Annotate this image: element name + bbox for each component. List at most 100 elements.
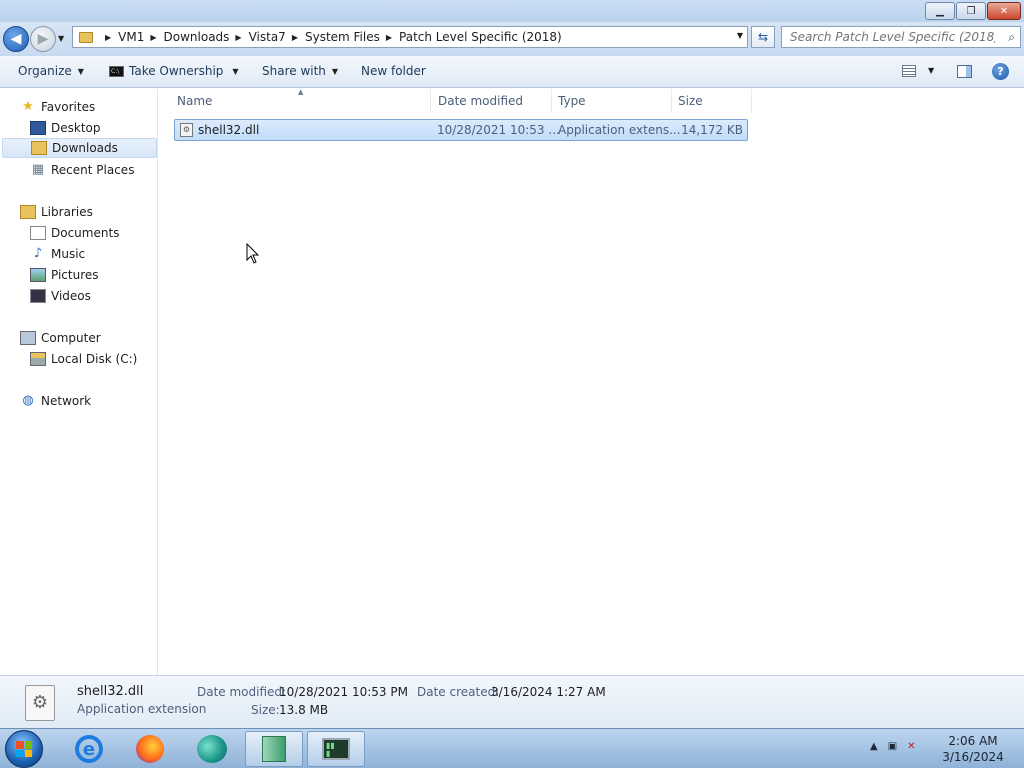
sidebar-item-libraries[interactable]: Libraries [20,202,93,222]
sidebar-item-recent-places[interactable]: ▦ Recent Places [30,160,135,180]
taskbar-terminal[interactable]: ▮▮ ▮ [307,731,365,767]
sidebar-item-computer[interactable]: Computer [20,328,101,348]
sidebar-item-music[interactable]: ♪ Music [30,244,85,264]
sidebar-item-label: Documents [51,226,120,240]
edge-icon [197,735,227,763]
breadcrumb-item-system-files[interactable]: System Files [305,30,380,44]
sidebar-item-label: Libraries [41,205,93,219]
recent-pages-dropdown-icon[interactable]: ▼ [58,34,64,43]
breadcrumb-item-patch-level[interactable]: Patch Level Specific (2018) [399,30,562,44]
downloads-folder-icon [31,141,47,155]
show-hidden-icons-icon[interactable]: ▲ [870,741,878,752]
column-header-name[interactable]: Name [171,89,431,113]
column-header-date-modified[interactable]: Date modified [432,89,552,113]
details-date-created-value: 3/16/2024 1:27 AM [491,685,606,699]
chevron-right-icon[interactable]: ▶ [235,33,241,42]
dll-file-icon: ⚙ [180,123,193,137]
taskbar-edge[interactable] [183,731,241,767]
chevron-right-icon[interactable]: ▶ [105,33,111,42]
organize-button[interactable]: Organize ▼ [18,64,84,78]
clock-date: 3/16/2024 [942,750,1004,764]
share-with-button[interactable]: Share with ▼ [262,64,338,78]
chevron-down-icon: ▼ [232,66,239,76]
volume-muted-icon[interactable]: ✕ [907,741,915,752]
folder-icon [79,31,93,43]
breadcrumb-item-downloads[interactable]: Downloads [164,30,230,44]
command-prompt-icon: C:\ [109,65,124,77]
take-ownership-button[interactable]: C:\ Take Ownership ▼ [109,64,239,78]
chevron-right-icon[interactable]: ▶ [292,33,298,42]
sidebar-item-favorites[interactable]: ★ Favorites [20,97,95,117]
search-input[interactable] [790,30,995,44]
search-icon[interactable]: ⌕ [1008,30,1015,45]
new-folder-button[interactable]: New folder [361,64,426,78]
computer-icon [20,331,36,345]
breadcrumb-item-vm1[interactable]: VM1 [118,30,144,44]
organize-label: Organize [18,64,72,78]
sidebar-item-downloads[interactable]: Downloads [2,138,157,158]
libraries-icon [20,205,36,219]
sidebar-item-label: Recent Places [51,163,135,177]
sidebar-item-label: Network [41,394,92,408]
details-date-created-label: Date created: [417,685,500,699]
file-list[interactable]: ▲ Name Date modified Type Size ⚙ shell32… [159,88,1024,675]
restore-button[interactable]: ❐ [956,2,986,20]
pictures-icon [30,268,46,282]
breadcrumb-item-vista7[interactable]: Vista7 [249,30,286,44]
file-date-modified: 10/28/2021 10:53 ... [437,123,560,137]
column-header-type[interactable]: Type [552,89,672,113]
sidebar-item-documents[interactable]: Documents [30,223,119,243]
network-status-icon[interactable]: ▣ [888,741,897,752]
system-tray: ▲ ▣ ✕ [870,741,916,752]
sidebar-item-label: Local Disk (C:) [51,352,138,366]
taskbar-internet-explorer[interactable]: e [60,731,118,767]
sidebar-item-pictures[interactable]: Pictures [30,265,99,285]
chevron-down-icon[interactable]: ▼ [928,66,934,75]
command-bar: Organize ▼ C:\ Take Ownership ▼ Share wi… [0,56,1024,88]
sidebar-item-network[interactable]: ◍ Network [20,391,91,411]
sidebar-item-label: Favorites [41,100,96,114]
star-icon: ★ [22,99,34,114]
search-box[interactable]: ⌕ [781,26,1021,48]
sidebar-item-videos[interactable]: Videos [30,286,91,306]
windows-logo-icon [16,741,32,757]
title-bar: ▁ ❐ ✕ [0,0,1024,22]
address-dropdown-icon[interactable]: ▼ [737,31,743,40]
details-filename: shell32.dll [77,684,144,699]
clock-time: 2:06 AM [948,734,998,748]
music-icon: ♪ [33,246,43,261]
minimize-button[interactable]: ▁ [925,2,955,20]
start-button[interactable] [5,730,43,768]
taskbar-firefox[interactable] [121,731,179,767]
sidebar-item-label: Downloads [52,141,118,155]
column-header-size[interactable]: Size [672,89,752,113]
internet-explorer-icon: e [75,735,103,763]
mouse-cursor-icon [246,243,260,264]
sidebar-item-desktop[interactable]: Desktop [30,118,101,138]
sidebar-item-local-disk[interactable]: Local Disk (C:) [30,349,137,369]
details-size-label: Size: [251,703,280,717]
share-with-label: Share with [262,64,326,78]
change-view-icon[interactable] [902,65,916,77]
network-icon: ◍ [22,393,34,408]
details-size-value: 13.8 MB [279,703,329,717]
chevron-right-icon[interactable]: ▶ [150,33,156,42]
new-folder-label: New folder [361,64,426,78]
chevron-down-icon: ▼ [77,66,84,76]
close-button[interactable]: ✕ [987,2,1021,20]
refresh-button[interactable]: ⇆ [751,26,775,48]
table-row[interactable]: ⚙ shell32.dll 10/28/2021 10:53 ... Appli… [174,119,748,141]
videos-icon [30,289,46,303]
forward-button[interactable]: ▶ [30,26,56,52]
sidebar-item-label: Videos [51,289,91,303]
preview-pane-icon[interactable] [957,65,972,78]
taskbar-windows-explorer[interactable] [245,731,303,767]
address-bar[interactable]: ▶ VM1 ▶ Downloads ▶ Vista7 ▶ System File… [72,26,748,48]
back-button[interactable]: ◀ [3,26,29,52]
documents-icon [30,226,46,240]
chevron-right-icon[interactable]: ▶ [386,33,392,42]
breadcrumb: ▶ VM1 ▶ Downloads ▶ Vista7 ▶ System File… [99,30,562,44]
help-icon[interactable]: ? [992,63,1009,80]
clock[interactable]: 2:06 AM 3/16/2024 [940,733,1006,765]
navigation-pane: ★ Favorites Desktop Downloads ▦ Recent P… [0,89,158,675]
